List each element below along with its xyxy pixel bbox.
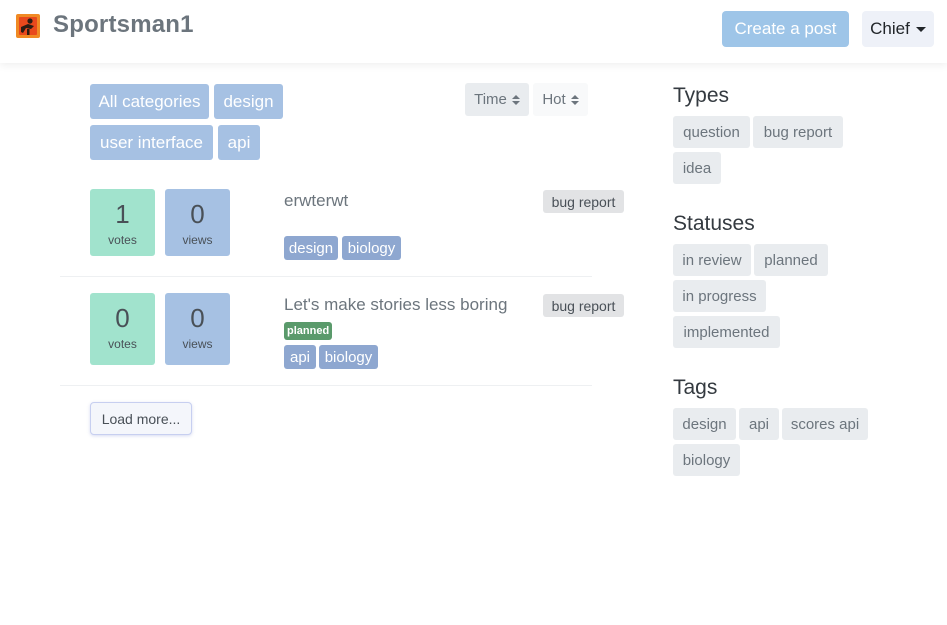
type-bug-report[interactable]: bug report bbox=[753, 116, 843, 148]
tag-api[interactable]: api bbox=[739, 408, 779, 440]
post-type-badge: bug report bbox=[543, 190, 624, 213]
post-divider bbox=[60, 385, 592, 386]
post-votes-box[interactable]: 0 votes bbox=[90, 293, 155, 365]
tags-heading: Tags bbox=[673, 376, 718, 399]
brand-name[interactable]: Sportsman1 bbox=[53, 11, 194, 39]
post-tag-api[interactable]: api bbox=[284, 345, 316, 369]
caret-down-icon bbox=[915, 26, 926, 32]
category-all[interactable]: All categories bbox=[90, 84, 209, 119]
category-api[interactable]: api bbox=[218, 125, 260, 160]
post-title[interactable]: Let's make stories less boring bbox=[284, 295, 507, 315]
post-views-box: 0 views bbox=[165, 189, 230, 256]
post-tag-biology[interactable]: biology bbox=[319, 345, 378, 369]
votes-label: votes bbox=[108, 233, 137, 247]
top-navbar: Sportsman1 Create a post Chief bbox=[0, 0, 947, 63]
tag-biology[interactable]: biology bbox=[673, 444, 740, 476]
views-count: 0 bbox=[190, 199, 205, 229]
post-divider bbox=[60, 276, 592, 277]
post-status-badge: planned bbox=[284, 322, 333, 340]
views-label: views bbox=[182, 337, 213, 351]
sort-hot-label: Hot bbox=[542, 91, 566, 108]
types-heading: Types bbox=[673, 84, 730, 107]
user-menu-label: Chief bbox=[870, 19, 910, 38]
status-in-progress[interactable]: in progress bbox=[673, 280, 766, 312]
post-tag-biology[interactable]: biology bbox=[342, 236, 401, 260]
create-post-button[interactable]: Create a post bbox=[722, 11, 849, 47]
votes-count: 1 bbox=[115, 199, 130, 229]
sort-arrows-icon bbox=[511, 94, 520, 105]
statuses-heading: Statuses bbox=[673, 212, 755, 235]
sort-time-label: Time bbox=[474, 91, 507, 108]
status-planned[interactable]: planned bbox=[754, 244, 828, 276]
post-votes-box[interactable]: 1 votes bbox=[90, 189, 155, 256]
logo-icon[interactable] bbox=[16, 14, 40, 38]
sort-arrows-icon bbox=[570, 94, 579, 105]
status-implemented[interactable]: implemented bbox=[673, 316, 780, 348]
type-question[interactable]: question bbox=[673, 116, 750, 148]
category-user-interface[interactable]: user interface bbox=[90, 125, 213, 160]
tag-design[interactable]: design bbox=[673, 408, 736, 440]
views-count: 0 bbox=[190, 303, 205, 333]
votes-label: votes bbox=[108, 337, 137, 351]
post-tag-design[interactable]: design bbox=[284, 236, 338, 260]
views-label: views bbox=[182, 233, 213, 247]
user-menu-button[interactable]: Chief bbox=[862, 11, 934, 47]
type-idea[interactable]: idea bbox=[673, 152, 721, 184]
post-views-box: 0 views bbox=[165, 293, 230, 365]
post-type-badge: bug report bbox=[543, 294, 624, 317]
tag-scores-api[interactable]: scores api bbox=[782, 408, 868, 440]
sort-time-button[interactable]: Time bbox=[465, 83, 529, 116]
status-in-review[interactable]: in review bbox=[673, 244, 751, 276]
post-title[interactable]: erwterwt bbox=[284, 191, 348, 211]
load-more-button[interactable]: Load more... bbox=[90, 402, 192, 435]
category-design[interactable]: design bbox=[214, 84, 283, 119]
sort-hot-button[interactable]: Hot bbox=[533, 83, 588, 116]
votes-count: 0 bbox=[115, 303, 130, 333]
